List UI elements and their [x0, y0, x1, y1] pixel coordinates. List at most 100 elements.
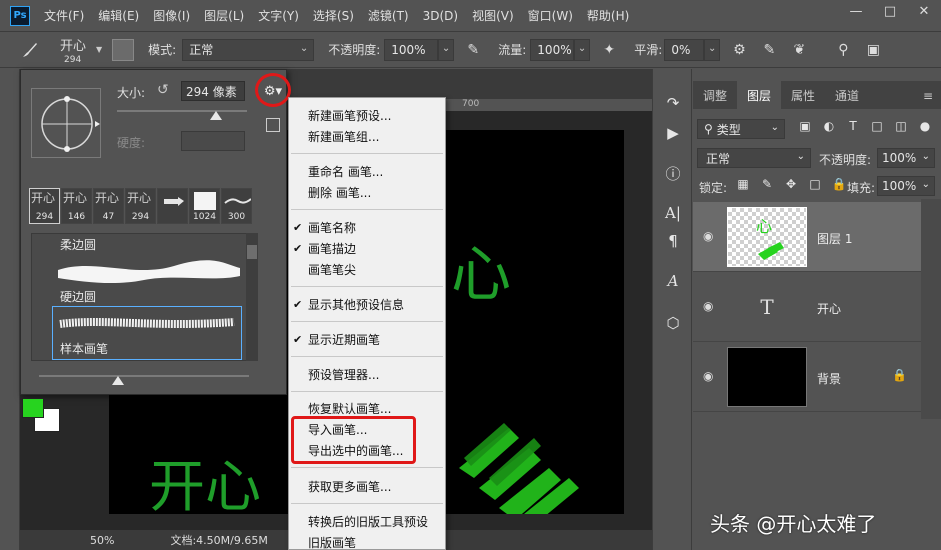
layers-scrollbar[interactable] — [921, 199, 941, 419]
airbrush-icon[interactable]: ✦ — [598, 39, 620, 61]
lock-pixels-icon[interactable]: ✎ — [755, 177, 779, 191]
recent-brush[interactable]: 开心 47 — [93, 188, 124, 224]
brush-angle-preview[interactable] — [31, 88, 101, 158]
menu-item-restore-defaults[interactable]: 恢复默认画笔... — [289, 398, 445, 418]
menu-edit[interactable]: 编辑(E) — [98, 7, 139, 24]
layer-row-background[interactable]: ◉ 背景 🔒 — [693, 342, 921, 412]
adjustment-filter-icon[interactable]: ◐ — [817, 119, 841, 133]
history-icon[interactable]: ↷ — [661, 91, 685, 115]
search-icon[interactable]: ⚲ — [832, 39, 854, 61]
scrollbar-thumb[interactable] — [247, 245, 257, 259]
shape-filter-icon[interactable]: □ — [865, 119, 889, 133]
menu-item-converted-presets[interactable]: 转换后的旧版工具预设 — [289, 511, 445, 531]
menu-item-delete[interactable]: 删除 画笔... — [289, 182, 445, 202]
actions-play-icon[interactable]: ▶ — [661, 121, 685, 145]
menu-file[interactable]: 文件(F) — [44, 7, 84, 24]
flow-dropdown[interactable]: ⌄ — [574, 38, 591, 61]
minimize-icon[interactable]: — — [839, 0, 873, 22]
preview-size-slider-track[interactable] — [39, 375, 249, 377]
lock-position-icon[interactable]: ✥ — [779, 177, 803, 191]
image-filter-icon[interactable]: ▣ — [793, 119, 817, 133]
blend-mode-select[interactable]: 正常 ⌄ — [697, 148, 811, 168]
menu-3d[interactable]: 3D(D) — [423, 9, 458, 23]
menu-item-brush-stroke[interactable]: ✔ 画笔描边 — [289, 238, 445, 258]
gear-icon[interactable]: ⚙ — [728, 39, 750, 61]
info-icon[interactable]: ⓘ — [661, 161, 685, 185]
size-input[interactable]: 294 像素 — [181, 81, 245, 101]
brush-item-sample[interactable]: 样本画笔 — [60, 340, 108, 357]
recent-brush[interactable]: 开心 146 — [61, 188, 92, 224]
layer-opacity-field[interactable]: 100% ⌄ — [877, 148, 935, 168]
visibility-eye-icon[interactable]: ◉ — [703, 299, 719, 315]
menu-view[interactable]: 视图(V) — [472, 7, 514, 24]
brush-preset-picker[interactable]: 开心 294 — [58, 33, 94, 67]
tab-properties[interactable]: 属性 — [781, 81, 825, 109]
workspace-icon[interactable]: ▣ — [862, 39, 884, 61]
type-filter-icon[interactable]: T — [841, 119, 865, 133]
menu-item-preset-manager[interactable]: 预设管理器... — [289, 364, 445, 384]
preview-size-slider-thumb[interactable] — [112, 376, 124, 385]
visibility-eye-icon[interactable]: ◉ — [703, 369, 719, 385]
brush-list-scrollbar[interactable] — [246, 233, 258, 361]
menu-item-legacy-brushes[interactable]: 旧版画笔 — [289, 532, 445, 550]
foreground-color[interactable] — [22, 398, 44, 418]
document-info[interactable]: 文档:4.50M/9.65M — [170, 532, 267, 548]
size-slider-thumb[interactable] — [210, 111, 222, 120]
flow-field[interactable]: 100% — [530, 38, 575, 61]
mode-select[interactable]: 正常 ⌄ — [182, 38, 315, 61]
close-icon[interactable]: ✕ — [907, 0, 941, 22]
recent-brush[interactable] — [157, 188, 188, 224]
layer-filter-select[interactable]: ⚲ 类型 ⌄ — [697, 119, 785, 139]
recent-brush[interactable]: 开心 294 — [125, 188, 156, 224]
smart-object-filter-icon[interactable]: ◫ — [889, 119, 913, 133]
recent-brush[interactable]: 开心 294 — [29, 188, 60, 224]
opacity-field[interactable]: 100% — [384, 38, 439, 61]
zoom-level[interactable]: 50% — [90, 534, 114, 547]
menu-item-get-more[interactable]: 获取更多画笔... — [289, 476, 445, 496]
chevron-down-icon[interactable]: ▼ — [96, 45, 102, 54]
menu-item-rename[interactable]: 重命名 画笔... — [289, 161, 445, 181]
menu-window[interactable]: 窗口(W) — [528, 7, 573, 24]
layer-row-layer1[interactable]: ◉ 心 图层 1 — [693, 202, 921, 272]
fill-field[interactable]: 100% ⌄ — [877, 176, 935, 196]
menu-item-new-preset[interactable]: 新建画笔预设... — [289, 105, 445, 125]
lock-artboard-icon[interactable]: □ — [803, 177, 827, 191]
menu-item-show-preset-info[interactable]: ✔ 显示其他预设信息 — [289, 294, 445, 314]
menu-item-show-recent[interactable]: ✔ 显示近期画笔 — [289, 329, 445, 349]
pressure-size-icon[interactable]: ✎ — [758, 39, 780, 61]
character-icon[interactable]: A| — [661, 201, 685, 225]
brush-settings-toggle[interactable] — [112, 38, 135, 61]
smoothing-field[interactable]: 0% — [664, 38, 705, 61]
menu-help[interactable]: 帮助(H) — [587, 7, 629, 24]
menu-filter[interactable]: 滤镜(T) — [368, 7, 409, 24]
paragraph-icon[interactable]: ¶ — [661, 229, 685, 253]
symmetry-icon[interactable]: ❦ — [788, 39, 810, 61]
menu-layer[interactable]: 图层(L) — [204, 7, 244, 24]
recent-brush[interactable]: 300 — [221, 188, 252, 224]
new-preset-icon[interactable] — [266, 118, 280, 132]
menu-image[interactable]: 图像(I) — [153, 7, 190, 24]
3d-cube-icon[interactable]: ⬡ — [661, 311, 685, 335]
lock-transparency-icon[interactable]: ▦ — [731, 177, 755, 191]
menu-item-new-group[interactable]: 新建画笔组... — [289, 126, 445, 146]
brush-item-soft-round[interactable]: 柔边圆 — [60, 236, 96, 253]
pressure-opacity-icon[interactable]: ✎ — [462, 39, 484, 61]
visibility-eye-icon[interactable]: ◉ — [703, 229, 719, 245]
menu-item-brush-name[interactable]: ✔ 画笔名称 — [289, 217, 445, 237]
recent-brush[interactable]: 1024 — [189, 188, 220, 224]
restore-icon[interactable]: □ — [873, 0, 907, 22]
menu-select[interactable]: 选择(S) — [313, 7, 354, 24]
tab-layers[interactable]: 图层 — [737, 81, 782, 109]
brush-item-hard-round[interactable]: 硬边圆 — [60, 288, 96, 305]
filter-toggle-icon[interactable]: ● — [913, 119, 937, 133]
panel-menu-icon[interactable]: ≡ — [923, 89, 933, 103]
smoothing-dropdown[interactable]: ⌄ — [704, 38, 721, 61]
glyphs-icon[interactable]: A — [661, 269, 685, 293]
layer-row-text[interactable]: ◉ T 开心 — [693, 272, 921, 342]
reset-icon[interactable]: ↺ — [157, 82, 169, 98]
size-slider-track[interactable] — [117, 110, 247, 112]
brush-tool-icon[interactable] — [16, 37, 44, 63]
menu-item-brush-tip[interactable]: 画笔笔尖 — [289, 259, 445, 279]
hardness-input[interactable] — [181, 131, 245, 151]
tab-channels[interactable]: 通道 — [825, 81, 869, 109]
